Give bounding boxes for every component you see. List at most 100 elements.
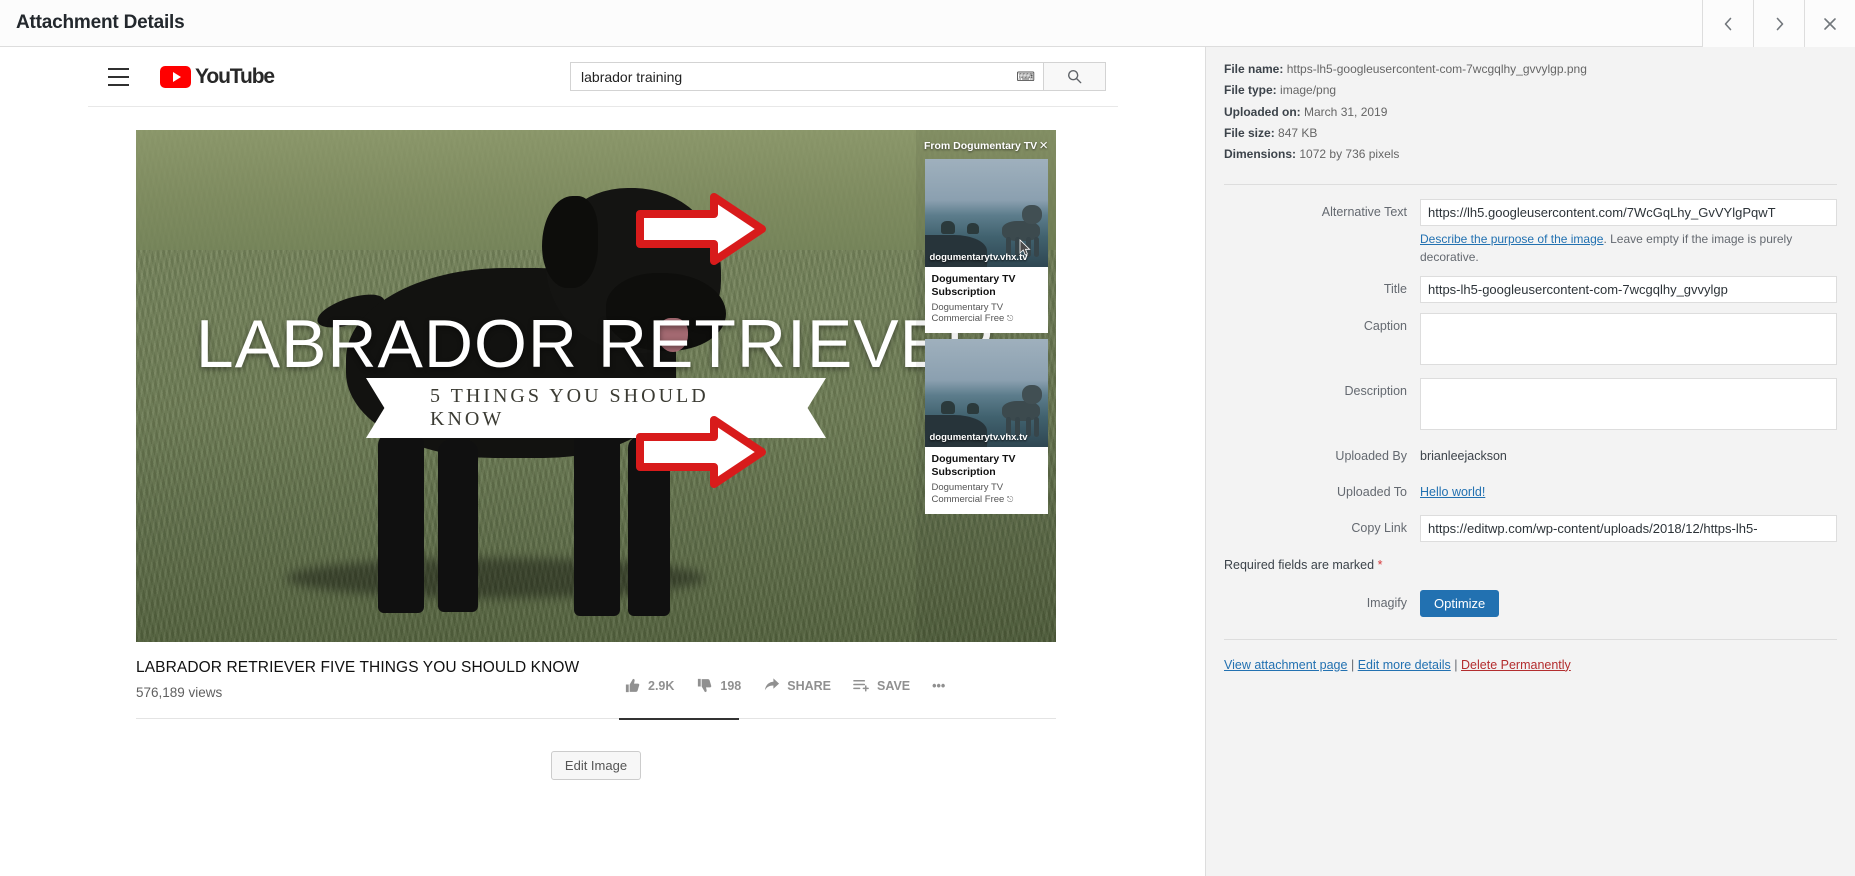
external-link-icon: ⎋ [1007,314,1013,323]
video-view-count: 576,189 views [136,685,222,700]
required-fields-text: Required fields are marked [1224,558,1374,572]
youtube-content: LABRADOR RETRIEVER 5 THINGS YOU SHOULD K… [88,130,1118,780]
promo-card[interactable]: dogumentarytv.vhx.tv Dogumentary TV Subs… [925,339,1048,513]
alt-text-help: Describe the purpose of the image. Leave… [1420,230,1837,266]
youtube-page-screenshot: YouTube labrador training ⌨ [88,47,1118,780]
dog-ear [542,196,598,288]
share-button[interactable]: SHARE [763,677,831,694]
video-meta-row: 576,189 views 2.9K 198 SHARE [136,685,1056,700]
promo-panel-header: From Dogumentary TV × [916,130,1056,157]
copy-link-input[interactable] [1420,515,1837,542]
red-arrow-icon [636,415,766,489]
meta-file-size-value: 847 KB [1278,126,1317,140]
promo-dog-illustration [998,195,1044,257]
meta-file-type: File type: image/png [1224,80,1837,101]
caption-row: Caption [1224,313,1837,368]
optimize-button[interactable]: Optimize [1420,590,1499,617]
youtube-logo-text: YouTube [195,65,274,89]
dog-leg [378,433,424,613]
caption-textarea[interactable] [1420,313,1837,365]
youtube-topbar: YouTube labrador training ⌨ [88,47,1118,107]
title-label: Title [1224,276,1420,302]
meta-file-type-value: image/png [1280,83,1336,97]
rock-shape [967,223,979,234]
alt-text-input[interactable] [1420,199,1837,226]
close-button[interactable] [1804,0,1855,47]
title-row: Title [1224,276,1837,303]
required-fields-note: Required fields are marked * [1224,558,1837,572]
hamburger-icon[interactable] [108,68,134,86]
video-promo-panel: From Dogumentary TV × [916,130,1056,642]
search-input[interactable]: labrador training ⌨ [570,62,1044,91]
like-button[interactable]: 2.9K [624,677,674,694]
meta-file-name-value: https-lh5-googleusercontent-com-7wcgqlhy… [1287,62,1587,76]
copy-link-row: Copy Link [1224,515,1837,542]
promo-card-info: Dogumentary TV Subscription Dogumentary … [925,267,1048,333]
save-button[interactable]: SAVE [853,677,910,694]
youtube-logo[interactable]: YouTube [160,65,274,89]
video-title: LABRADOR RETRIEVER FIVE THINGS YOU SHOUL… [136,659,1118,677]
promo-card[interactable]: dogumentarytv.vhx.tv Dogumentary TV Subs… [925,159,1048,333]
youtube-search-group: labrador training ⌨ [570,62,1106,91]
promo-card-title: Dogumentary TV Subscription [932,453,1041,479]
attachment-preview-pane: YouTube labrador training ⌨ [0,47,1205,876]
description-row: Description [1224,378,1837,433]
promo-card-thumb-label: dogumentarytv.vhx.tv [930,252,1028,263]
modal-body: YouTube labrador training ⌨ [0,47,1855,876]
promo-card-title: Dogumentary TV Subscription [932,273,1041,299]
video-divider [136,718,1056,719]
meta-file-size-label: File size: [1224,126,1275,140]
meta-file-type-label: File type: [1224,83,1277,97]
promo-card-thumb-label: dogumentarytv.vhx.tv [930,432,1028,443]
meta-uploaded-on-label: Uploaded on: [1224,105,1301,119]
promo-card-subtitle-line1: Dogumentary TV [932,302,1004,313]
keyboard-icon[interactable]: ⌨ [1016,69,1035,85]
promo-dog-illustration [998,375,1044,437]
video-player[interactable]: LABRADOR RETRIEVER 5 THINGS YOU SHOULD K… [136,130,1056,642]
share-label: SHARE [787,679,831,693]
next-attachment-button[interactable] [1753,0,1804,47]
uploaded-to-link[interactable]: Hello world! [1420,485,1485,499]
header-button-group [1702,0,1855,46]
promo-panel-heading: From Dogumentary TV [924,140,1037,152]
uploaded-by-value: brianleejackson [1420,443,1837,469]
file-metadata-list: File name: https-lh5-googleusercontent-c… [1224,59,1837,166]
search-button[interactable] [1044,62,1106,91]
meta-uploaded-on: Uploaded on: March 31, 2019 [1224,102,1837,123]
search-input-value: labrador training [581,69,1016,85]
rock-shape [967,403,979,414]
uploaded-by-row: Uploaded By brianleejackson [1224,443,1837,469]
details-divider [1224,184,1837,185]
youtube-play-icon [160,66,191,88]
copy-link-label: Copy Link [1224,515,1420,541]
dislike-button[interactable]: 198 [696,677,741,694]
meta-uploaded-on-value: March 31, 2019 [1304,105,1387,119]
edit-image-wrap: Edit Image [136,751,1056,780]
promo-card-subtitle: Dogumentary TV Commercial Free ⎋ [932,302,1041,326]
dog-leg [438,440,478,612]
alt-text-label: Alternative Text [1224,199,1420,225]
view-attachment-page-link[interactable]: View attachment page [1224,658,1347,672]
save-label: SAVE [877,679,910,693]
edit-image-button[interactable]: Edit Image [551,751,641,780]
description-textarea[interactable] [1420,378,1837,430]
attachment-actions: View attachment page | Edit more details… [1224,658,1837,672]
uploaded-to-value: Hello world! [1420,479,1837,505]
delete-permanently-link[interactable]: Delete Permanently [1461,658,1571,672]
describe-purpose-link[interactable]: Describe the purpose of the image [1420,232,1603,246]
rock-shape [941,221,955,234]
edit-more-details-link[interactable]: Edit more details [1358,658,1451,672]
meta-dimensions: Dimensions: 1072 by 736 pixels [1224,144,1837,165]
title-input[interactable] [1420,276,1837,303]
dislike-count: 198 [720,679,741,693]
meta-file-name: File name: https-lh5-googleusercontent-c… [1224,59,1837,80]
uploaded-to-label: Uploaded To [1224,479,1420,505]
more-actions-button[interactable]: ••• [932,679,945,693]
external-link-icon: ⎋ [1007,495,1013,504]
promo-panel-close-icon[interactable]: × [1039,138,1048,153]
previous-attachment-button[interactable] [1702,0,1753,47]
description-label: Description [1224,378,1420,404]
video-action-bar: 2.9K 198 SHARE SAVE [624,677,945,694]
attachment-details-pane: File name: https-lh5-googleusercontent-c… [1205,47,1855,876]
imagify-row: Imagify Optimize [1224,590,1837,617]
